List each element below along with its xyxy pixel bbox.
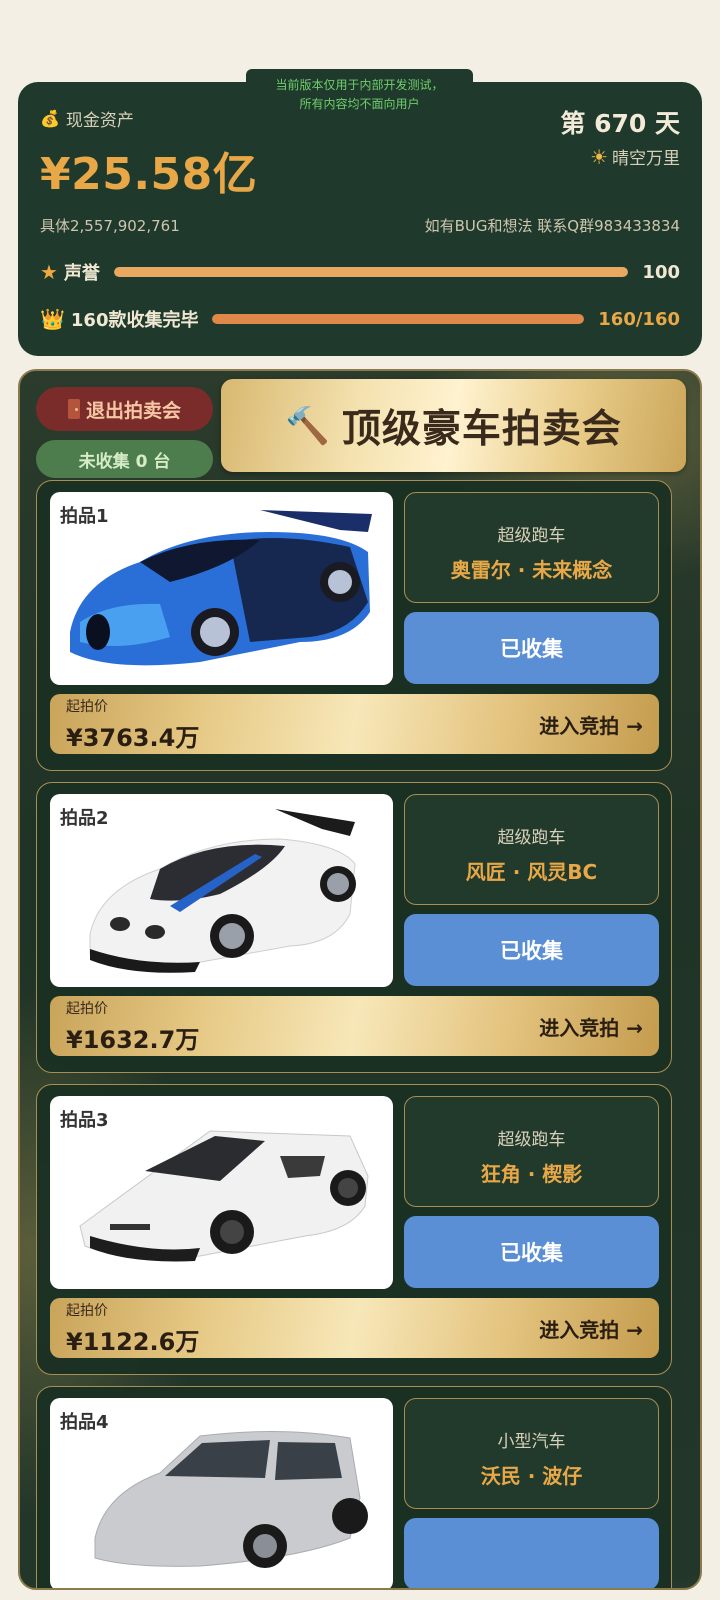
hammer-icon: 🔨 (285, 405, 330, 447)
car-name: 沃民 · 波仔 (480, 1464, 583, 1488)
collection-bar (212, 314, 585, 324)
enter-bid-link[interactable]: 进入竞拍 → (539, 710, 643, 739)
car-class: 小型汽车 (497, 1432, 566, 1452)
enter-bid-link[interactable]: 进入竞拍 → (539, 1314, 643, 1343)
car-class: 超级跑车 (497, 526, 566, 546)
uncollected-badge: 未收集 0 台 (36, 440, 213, 478)
car-name: 奥雷尔 · 未来概念 (450, 558, 613, 582)
starting-price-label: 起拍价 (66, 1001, 108, 1017)
collected-button[interactable] (404, 1518, 659, 1588)
reputation-bar (113, 267, 629, 277)
collected-button[interactable]: 已收集 (404, 914, 659, 986)
reputation-value: 100 (642, 261, 680, 283)
collection-row: 👑 160款收集完毕 160/160 (40, 306, 680, 332)
starting-price: ¥1122.6万 (66, 1328, 200, 1356)
dev-notice-line2: 所有内容均不面向用户 (299, 97, 420, 111)
car-info-box: 超级跑车 奥雷尔 · 未来概念 (404, 492, 659, 603)
dev-notice-line1: 当前版本仅用于内部开发测试， (275, 78, 444, 92)
auction-title-banner: 🔨 顶级豪车拍卖会 (221, 379, 686, 472)
dev-notice: 当前版本仅用于内部开发测试， 所有内容均不面向用户 (246, 69, 473, 121)
lot-card: 拍品2 超级跑车 风匠 · 风灵BC 已收集 起拍价 ¥1632.7万 进入竞拍… (36, 782, 672, 1073)
lot-card: 拍品3 超级跑车 狂角 · 楔影 已收集 起拍价 ¥1122.6万 进入竞拍 → (36, 1084, 672, 1375)
weather-row: ☀ 晴空万里 (590, 144, 680, 170)
collection-label: 160款收集完毕 (70, 310, 199, 331)
money-bag-icon: 💰 (40, 109, 60, 128)
starting-price: ¥1632.7万 (66, 1026, 200, 1054)
lot-number: 拍品3 (60, 1110, 109, 1131)
lot-number: 拍品1 (60, 506, 109, 527)
door-icon (67, 399, 80, 419)
car-class: 超级跑车 (497, 1130, 566, 1150)
lot-card: 拍品1 超级跑车 奥雷尔 · 未来概念 已收集 起拍价 ¥3763.4万 进入竞… (36, 480, 672, 771)
star-icon: ★ (40, 260, 58, 284)
day-counter: 第 670 天 (560, 109, 680, 138)
exit-auction-button[interactable]: 退出拍卖会 (36, 387, 213, 431)
contact-info: 如有BUG和想法 联系Q群983433834 (424, 217, 680, 235)
collection-bar-fill (212, 314, 585, 324)
lot-number: 拍品4 (60, 1412, 109, 1433)
reputation-label: 声誉 (63, 263, 100, 284)
weather-label: 晴空万里 (612, 149, 680, 169)
car-image: 拍品2 (50, 794, 393, 987)
cash-value: ¥25.58亿 (40, 149, 258, 200)
car-image: 拍品4 (50, 1398, 393, 1588)
auction-panel: 退出拍卖会 未收集 0 台 🔨 顶级豪车拍卖会 拍品1 超级跑车 奥雷尔 · 未… (18, 369, 702, 1590)
car-info-box: 超级跑车 风匠 · 风灵BC (404, 794, 659, 905)
enter-bid-bar[interactable]: 起拍价 ¥1632.7万 进入竞拍 → (50, 996, 659, 1056)
enter-bid-link[interactable]: 进入竞拍 → (539, 1012, 643, 1041)
collected-button[interactable]: 已收集 (404, 612, 659, 684)
car-name: 狂角 · 楔影 (480, 1162, 583, 1186)
exit-auction-label: 退出拍卖会 (85, 399, 181, 422)
enter-bid-bar[interactable]: 起拍价 ¥1122.6万 进入竞拍 → (50, 1298, 659, 1358)
car-image: 拍品3 (50, 1096, 393, 1289)
reputation-bar-fill (113, 267, 629, 277)
crown-icon: 👑 (40, 307, 65, 331)
starting-price: ¥3763.4万 (66, 724, 200, 752)
cash-label-row: 💰 现金资产 (40, 106, 134, 131)
collected-button[interactable]: 已收集 (404, 1216, 659, 1288)
status-panel: 💰 现金资产 ¥25.58亿 第 670 天 ☀ 晴空万里 具体2,557,90… (18, 82, 702, 356)
car-info-box: 超级跑车 狂角 · 楔影 (404, 1096, 659, 1207)
lot-card: 拍品4 小型汽车 沃民 · 波仔 (36, 1386, 672, 1588)
starting-price-label: 起拍价 (66, 699, 108, 715)
enter-bid-bar[interactable]: 起拍价 ¥3763.4万 进入竞拍 → (50, 694, 659, 754)
sun-icon: ☀ (590, 144, 608, 169)
cash-label: 现金资产 (65, 111, 134, 131)
exact-cash: 具体2,557,902,761 (40, 217, 180, 235)
collection-value: 160/160 (598, 308, 680, 330)
auction-title: 顶级豪车拍卖会 (341, 406, 622, 452)
car-name: 风匠 · 风灵BC (465, 860, 598, 884)
lot-number: 拍品2 (60, 808, 109, 829)
car-class: 超级跑车 (497, 828, 566, 848)
car-image: 拍品1 (50, 492, 393, 685)
car-info-box: 小型汽车 沃民 · 波仔 (404, 1398, 659, 1509)
reputation-row: ★ 声誉 100 (40, 259, 680, 285)
app-screen: 当前版本仅用于内部开发测试， 所有内容均不面向用户 💰 现金资产 ¥25.58亿… (0, 0, 720, 1600)
starting-price-label: 起拍价 (66, 1303, 108, 1319)
